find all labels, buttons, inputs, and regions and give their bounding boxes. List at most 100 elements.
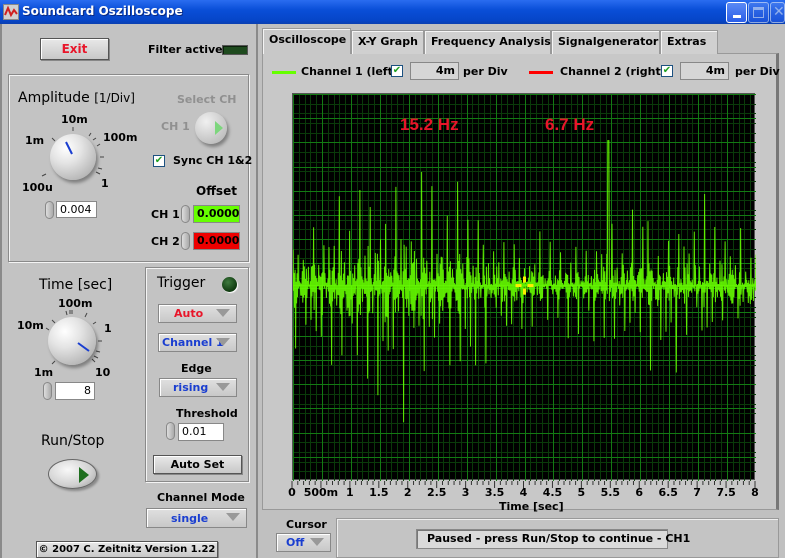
cursor-marker-top	[523, 276, 526, 283]
cursor-dropdown[interactable]: Off	[276, 533, 331, 552]
offset-label: Offset	[196, 184, 237, 198]
ch1-offset-label: CH 1	[151, 208, 180, 221]
time-knob-pointer	[77, 342, 90, 352]
tab-signalgenerator[interactable]: Signalgenerator	[551, 30, 660, 54]
select-ch-toggle[interactable]	[195, 112, 227, 144]
threshold-spinner[interactable]	[166, 422, 175, 440]
time-spinner[interactable]	[43, 382, 52, 400]
tab-oscilloscope[interactable]: Oscilloscope	[262, 28, 351, 54]
tab-frequency-analysis[interactable]: Frequency Analysis	[424, 30, 551, 54]
maximize-button[interactable]	[748, 2, 769, 23]
channel-mode-value: single	[171, 512, 209, 525]
amplitude-knob[interactable]	[50, 134, 96, 180]
amplitude-knob-pointer	[65, 141, 73, 155]
sync-checkbox[interactable]: ✔	[153, 155, 165, 167]
copyright-version-label: © 2007 C. Zeitnitz Version 1.22	[36, 541, 218, 558]
select-ch-label: Select CH	[177, 93, 237, 106]
ch2-legend-label: Channel 2 (right)	[560, 65, 666, 78]
tab-extras[interactable]: Extras	[660, 30, 718, 54]
ch2-frequency-label: 6.7 Hz	[545, 115, 595, 134]
trigger-title: Trigger	[157, 275, 206, 291]
oscilloscope-plot[interactable]: 15.2 Hz 6.7 Hz	[292, 93, 756, 481]
chevron-down-icon	[216, 383, 230, 391]
x-tick-label: 5.5	[600, 486, 621, 499]
cursor-value: Off	[286, 536, 305, 549]
run-stop-button[interactable]	[48, 459, 97, 489]
play-icon	[79, 467, 89, 483]
x-tick-label: 6	[635, 486, 644, 499]
ch2-offset-spinner[interactable]	[181, 232, 190, 250]
x-tick-label: 2.5	[426, 486, 447, 499]
ch1-offset-input[interactable]: 0.0000	[193, 205, 240, 223]
plot-canvas	[293, 94, 756, 481]
ch1-per-div-input[interactable]: 4m	[410, 62, 459, 80]
tab-xy-graph[interactable]: X-Y Graph	[351, 30, 424, 54]
play-arrow-icon	[215, 121, 223, 135]
trigger-mode-dropdown[interactable]: Auto	[158, 304, 237, 323]
ch1-per-div-label: per Div	[463, 65, 508, 78]
ch1-visible-checkbox[interactable]: ✔	[391, 65, 403, 77]
chevron-down-icon	[216, 309, 230, 317]
chevron-down-icon	[226, 513, 240, 521]
amplitude-value-input[interactable]: 0.004	[56, 201, 97, 218]
status-message: Paused - press Run/Stop to continue - CH…	[416, 529, 690, 549]
x-tick-label: 6.5	[658, 486, 678, 499]
cursor-label: Cursor	[286, 518, 327, 531]
ch2-per-div-input[interactable]: 4m	[680, 62, 729, 80]
edge-label: Edge	[181, 362, 212, 375]
x-tick-label: 1.5	[369, 486, 389, 499]
ch1-legend-label: Channel 1 (left)	[301, 65, 398, 78]
x-tick-label: 3.5	[484, 486, 505, 499]
x-axis-tick-labels: 0 500m 1 1.5 2 2.5 3 3.5 4 4.5 5 5.5 6 6.5 7 7.5 8	[0, 486, 785, 500]
amplitude-title: Amplitude [1/Div]	[18, 90, 135, 106]
ch2-legend-line	[529, 71, 553, 74]
ch2-offset-input[interactable]: 0.0000	[193, 232, 240, 250]
ch2-visible-checkbox[interactable]: ✔	[661, 65, 673, 77]
x-tick-label: 500m	[303, 486, 339, 499]
x-tick-label: 2	[403, 486, 412, 499]
ch1-offset-spinner[interactable]	[181, 205, 190, 223]
filter-active-led	[222, 45, 248, 55]
cursor-marker-bottom	[523, 288, 526, 295]
edge-value: rising	[173, 381, 209, 394]
chevron-down-icon	[216, 338, 230, 346]
trigger-mode-value: Auto	[174, 307, 204, 320]
threshold-input[interactable]: 0.01	[178, 423, 224, 441]
window-title: Soundcard Oszilloscope	[22, 4, 183, 18]
x-tick-label: 5	[577, 486, 586, 499]
amplitude-unit: [1/Div]	[94, 91, 135, 105]
x-tick-label: 1	[346, 486, 354, 499]
x-tick-label: 0	[288, 486, 296, 499]
threshold-label: Threshold	[176, 407, 238, 420]
ch1-frequency-label: 15.2 Hz	[400, 115, 459, 134]
time-knob[interactable]	[48, 317, 96, 365]
x-tick-label: 8	[751, 486, 759, 499]
title-bar: Soundcard Oszilloscope ✕	[0, 0, 785, 24]
ch2-offset-label: CH 2	[151, 235, 180, 248]
edge-dropdown[interactable]: rising	[159, 378, 237, 397]
time-title: Time [sec]	[39, 277, 113, 293]
x-axis-title: Time [sec]	[499, 500, 564, 513]
x-tick-label: 4.5	[542, 486, 563, 499]
exit-button[interactable]: Exit	[40, 38, 109, 60]
sync-label: Sync CH 1&2	[173, 154, 253, 167]
x-tick-label: 7.5	[716, 486, 736, 499]
channel-mode-dropdown[interactable]: single	[146, 508, 247, 528]
app-icon	[3, 4, 19, 20]
close-icon: ✕	[773, 4, 785, 20]
close-button[interactable]: ✕	[770, 2, 785, 23]
auto-set-button[interactable]: Auto Set	[153, 455, 242, 474]
minimize-icon	[733, 15, 741, 18]
trigger-channel-value: Channel 1	[162, 336, 224, 349]
select-ch-value: CH 1	[161, 120, 190, 133]
minimize-button[interactable]	[726, 2, 747, 23]
x-tick-label: 4	[519, 486, 528, 499]
cursor-marker-left	[515, 284, 522, 288]
time-value-input[interactable]: 8	[55, 382, 95, 400]
filter-active-label: Filter active	[148, 43, 223, 56]
x-tick-label: 7	[693, 486, 701, 499]
trigger-led	[222, 277, 237, 292]
trigger-channel-dropdown[interactable]: Channel 1	[158, 333, 237, 352]
amplitude-spinner[interactable]	[45, 201, 54, 219]
ch2-per-div-label: per Div	[735, 65, 780, 78]
